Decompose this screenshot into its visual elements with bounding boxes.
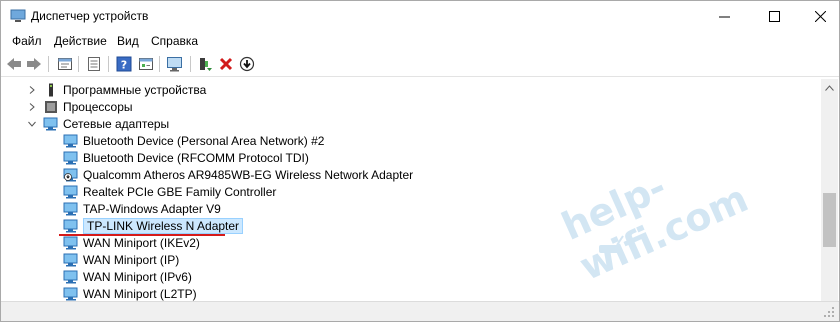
- maximize-button[interactable]: [751, 1, 797, 31]
- scroll-up-button[interactable]: [824, 83, 835, 93]
- adapter-label: Bluetooth Device (RFCOMM Protocol TDI): [83, 150, 309, 165]
- toolbar-separator: [48, 56, 49, 72]
- chevron-right-icon[interactable]: [27, 102, 37, 112]
- network-adapter-icon: [43, 117, 58, 130]
- network-adapter-icon: [63, 219, 78, 232]
- view-button[interactable]: [137, 55, 155, 73]
- network-adapter-icon: [63, 151, 78, 164]
- monitor-scan-icon: [167, 57, 182, 72]
- chevron-right-icon[interactable]: [27, 85, 37, 95]
- close-button[interactable]: [797, 1, 840, 31]
- minimize-button[interactable]: [701, 1, 747, 31]
- svg-text:?: ?: [121, 59, 127, 72]
- close-icon: [814, 10, 826, 22]
- tree-node-label: Сетевые адаптеры: [63, 116, 170, 131]
- scrollbar-thumb[interactable]: [823, 193, 836, 247]
- uninstall-icon: [219, 57, 233, 71]
- title-bar: Диспетчер устройств: [1, 1, 839, 31]
- tree-node-label: Программные устройства: [63, 82, 207, 97]
- tree-item-adapter[interactable]: Qualcomm Atheros AR9485WB-EG Wireless Ne…: [63, 166, 413, 183]
- tree-node-software-devices[interactable]: Программные устройства: [27, 81, 206, 98]
- vertical-scrollbar[interactable]: [821, 79, 838, 301]
- back-icon: [7, 58, 21, 70]
- download-icon: [239, 56, 255, 72]
- menu-file[interactable]: Файл: [12, 34, 42, 48]
- tree-node-processors[interactable]: Процессоры: [27, 98, 133, 115]
- menu-action[interactable]: Действие: [54, 34, 107, 48]
- adapter-label: WAN Miniport (L2TP): [83, 286, 197, 301]
- chevron-up-icon: [825, 85, 834, 91]
- back-button[interactable]: [5, 55, 23, 73]
- adapter-label: Bluetooth Device (Personal Area Network)…: [83, 133, 325, 148]
- adapter-label: WAN Miniport (IKEv2): [83, 235, 200, 250]
- tree-node-network-adapters[interactable]: Сетевые адаптеры: [27, 115, 169, 132]
- scan-hardware-button[interactable]: [166, 55, 184, 73]
- adapter-label: WAN Miniport (IPv6): [83, 269, 192, 284]
- tree-item-adapter[interactable]: Bluetooth Device (RFCOMM Protocol TDI): [63, 149, 309, 166]
- network-adapter-icon: [63, 270, 78, 283]
- adapter-label: Realtek PCIe GBE Family Controller: [83, 184, 277, 199]
- network-adapter-icon: [63, 202, 78, 215]
- update-driver-button[interactable]: [196, 55, 214, 73]
- network-adapter-icon: [63, 253, 78, 266]
- properties-button[interactable]: [56, 55, 74, 73]
- menu-view[interactable]: Вид: [117, 34, 139, 48]
- software-device-icon: [49, 83, 53, 96]
- tree-item-adapter[interactable]: Realtek PCIe GBE Family Controller: [63, 183, 276, 200]
- toolbar-separator: [108, 56, 109, 72]
- toolbar-separator: [159, 56, 160, 72]
- view-icon: [139, 58, 153, 70]
- adapter-label: TAP-Windows Adapter V9: [83, 201, 221, 216]
- help-button[interactable]: ?: [115, 55, 133, 73]
- network-adapter-icon: [63, 185, 78, 198]
- menu-help[interactable]: Справка: [151, 34, 198, 48]
- resize-grip-icon[interactable]: [823, 306, 835, 318]
- adapter-label: WAN Miniport (IP): [83, 252, 180, 267]
- device-manager-window: Диспетчер устройств Файл Действие Вид Сп…: [0, 0, 840, 322]
- tree-node-label: Процессоры: [63, 99, 133, 114]
- toolbar-separator: [78, 56, 79, 72]
- help-icon: ?: [116, 56, 132, 72]
- tree-item-adapter[interactable]: Bluetooth Device (Personal Area Network)…: [63, 132, 324, 149]
- forward-button[interactable]: [25, 55, 43, 73]
- status-bar: [1, 301, 839, 321]
- tree-item-adapter[interactable]: WAN Miniport (IP): [63, 251, 179, 268]
- tree-item-adapter[interactable]: TAP-Windows Adapter V9: [63, 200, 221, 217]
- uninstall-button[interactable]: [217, 55, 235, 73]
- menu-bar: Файл Действие Вид Справка: [1, 31, 839, 51]
- tree-item-adapter-selected[interactable]: TP-LINK Wireless N Adapter: [63, 217, 244, 234]
- list-icon: [88, 57, 100, 71]
- network-adapter-warning-icon: [63, 168, 78, 181]
- chevron-down-icon[interactable]: [27, 119, 37, 129]
- properties-icon: [58, 58, 72, 70]
- network-adapter-icon: [63, 287, 78, 300]
- network-adapter-icon: [63, 134, 78, 147]
- adapter-label: TP-LINK Wireless N Adapter: [83, 217, 244, 234]
- window-title: Диспетчер устройств: [31, 9, 149, 23]
- update-driver-icon: [200, 58, 212, 71]
- network-adapter-icon: [63, 236, 78, 249]
- forward-icon: [27, 58, 41, 70]
- device-manager-app-icon: [10, 9, 26, 22]
- tree-item-adapter[interactable]: WAN Miniport (L2TP): [63, 285, 197, 301]
- maximize-icon: [768, 10, 780, 22]
- tree-item-adapter[interactable]: WAN Miniport (IKEv2): [63, 234, 200, 251]
- tree-item-adapter[interactable]: WAN Miniport (IPv6): [63, 268, 192, 285]
- toolbar: ?: [1, 51, 839, 77]
- toolbar-separator: [190, 56, 191, 72]
- selection-highlight-underline: [59, 234, 225, 236]
- processor-icon: [45, 100, 57, 113]
- list-button[interactable]: [85, 55, 103, 73]
- minimize-icon: [718, 16, 730, 17]
- enable-device-button[interactable]: [238, 55, 256, 73]
- adapter-label: Qualcomm Atheros AR9485WB-EG Wireless Ne…: [83, 167, 414, 182]
